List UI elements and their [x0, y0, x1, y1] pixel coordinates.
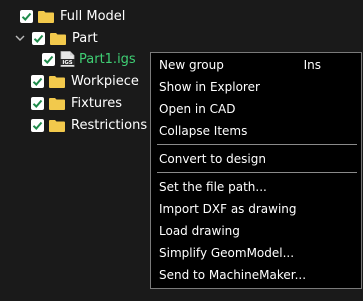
menu-item-label: Simplify GeomModel...	[159, 246, 295, 260]
checkbox[interactable]	[32, 31, 45, 45]
menu-item-label: Open in CAD	[159, 102, 236, 116]
menu-item-label: Import DXF as drawing	[159, 202, 297, 216]
folder-icon	[49, 119, 65, 132]
checkbox[interactable]	[31, 74, 44, 88]
tree-item-label: Workpiece	[71, 73, 139, 89]
checkbox[interactable]	[20, 9, 33, 23]
tree-item-label: Part1.igs	[79, 51, 136, 67]
check-icon	[33, 34, 44, 43]
menu-item-label: Collapse Items	[159, 124, 248, 138]
tree-item-part1-igs[interactable]: IGS Part1.igs	[42, 48, 136, 70]
menu-item-simplify-geommodel[interactable]: Simplify GeomModel...	[159, 243, 351, 263]
menu-item-label: Convert to design	[159, 152, 266, 166]
menu-item-label: New group	[159, 58, 224, 72]
menu-item-show-in-explorer[interactable]: Show in Explorer	[159, 77, 351, 97]
menu-item-send-to-machinemaker[interactable]: Send to MachineMaker...	[159, 265, 351, 285]
check-icon	[32, 99, 43, 108]
menu-item-shortcut: Ins	[303, 58, 321, 72]
tree-item-workpiece[interactable]: Workpiece	[31, 70, 139, 92]
check-icon	[21, 12, 32, 21]
igs-file-icon: IGS	[60, 51, 75, 67]
tree-item-part[interactable]: Part	[14, 27, 98, 49]
tree-item-full-model[interactable]: Full Model	[20, 5, 125, 27]
folder-icon	[50, 32, 66, 45]
tree-item-label: Part	[72, 30, 98, 46]
menu-item-import-dxf[interactable]: Import DXF as drawing	[159, 199, 351, 219]
menu-separator	[157, 172, 357, 173]
folder-icon	[49, 97, 65, 110]
tree-item-label: Restrictions	[71, 117, 148, 133]
tree-item-restrictions[interactable]: Restrictions	[31, 114, 147, 136]
menu-item-label: Set the file path...	[159, 180, 267, 194]
folder-icon	[49, 75, 65, 88]
tree-item-label: Full Model	[60, 8, 126, 24]
menu-item-collapse-items[interactable]: Collapse Items	[159, 121, 351, 141]
menu-item-load-drawing[interactable]: Load drawing	[159, 221, 351, 241]
checkbox[interactable]	[31, 96, 44, 110]
tree-item-label: Fixtures	[71, 95, 123, 111]
checkbox[interactable]	[31, 118, 44, 132]
tree-item-fixtures[interactable]: Fixtures	[31, 92, 122, 114]
check-icon	[32, 121, 43, 130]
checkbox[interactable]	[42, 52, 55, 66]
check-icon	[32, 77, 43, 86]
folder-icon	[38, 10, 54, 23]
check-icon	[43, 55, 54, 64]
menu-item-set-file-path[interactable]: Set the file path...	[159, 177, 351, 197]
menu-item-open-in-cad[interactable]: Open in CAD	[159, 99, 351, 119]
model-tree-panel: Full Model Part IGS Part1.igs Workpiece	[0, 0, 363, 301]
menu-item-new-group[interactable]: New group Ins	[159, 55, 351, 75]
menu-item-label: Load drawing	[159, 224, 240, 238]
menu-separator	[157, 144, 357, 145]
svg-text:IGS: IGS	[62, 60, 72, 66]
chevron-down-icon[interactable]	[14, 32, 26, 44]
context-menu: New group Ins Show in Explorer Open in C…	[150, 52, 362, 289]
menu-item-convert-to-design[interactable]: Convert to design	[159, 149, 351, 169]
menu-item-label: Send to MachineMaker...	[159, 268, 307, 282]
menu-item-label: Show in Explorer	[159, 80, 260, 94]
